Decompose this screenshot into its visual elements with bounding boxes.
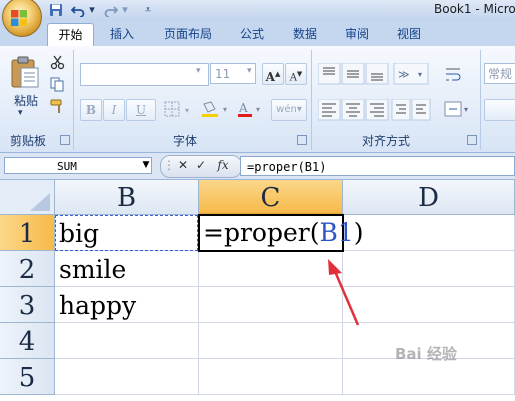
- row-header-3[interactable]: 3: [0, 287, 55, 323]
- font-group-label: 字体: [172, 134, 197, 148]
- formula-reference: B1: [319, 218, 354, 247]
- chevron-down-icon[interactable]: ⩡: [143, 2, 153, 18]
- group-divider: [73, 50, 74, 150]
- vertical-align-icons[interactable]: ≫ ▾: [318, 63, 436, 85]
- alignment-launcher-icon[interactable]: ↘: [467, 135, 477, 145]
- cell-B5[interactable]: [55, 359, 199, 395]
- office-logo-icon: [11, 10, 27, 26]
- formula-input[interactable]: =proper(B1): [240, 156, 515, 176]
- font-color-icon[interactable]: A ▾: [236, 100, 266, 118]
- annotation-arrow-icon: [328, 259, 360, 326]
- tab-page-layout[interactable]: 页面布局: [157, 23, 219, 45]
- name-box-dropdown-icon[interactable]: ▼: [140, 157, 152, 174]
- fill-color-icon[interactable]: ▾: [200, 100, 232, 118]
- group-divider: [480, 50, 481, 150]
- svg-text:≫: ≫: [398, 68, 410, 81]
- enter-icon[interactable]: ✓: [194, 157, 208, 174]
- svg-text:▾: ▾: [223, 105, 227, 114]
- paste-dropdown-icon[interactable]: ▾: [18, 108, 23, 118]
- underline-button[interactable]: U: [126, 99, 156, 121]
- formula-suffix: ): [353, 218, 364, 247]
- grow-font-button[interactable]: A▲: [262, 63, 284, 85]
- redo-icon[interactable]: [104, 3, 118, 17]
- row-header-1[interactable]: 1: [0, 215, 55, 251]
- undo-dropdown-icon[interactable]: ▾: [87, 2, 97, 18]
- tab-home[interactable]: 开始: [47, 23, 94, 46]
- font-name-box[interactable]: [80, 63, 209, 86]
- svg-text:▾: ▾: [418, 70, 422, 79]
- column-header-D[interactable]: D: [343, 180, 515, 215]
- grow-font-label: A: [265, 70, 275, 84]
- italic-button[interactable]: I: [103, 99, 125, 121]
- redo-dropdown-icon[interactable]: ▾: [120, 2, 130, 18]
- cell-C5[interactable]: [199, 359, 343, 395]
- group-divider: [311, 50, 312, 150]
- horizontal-align-icons[interactable]: [318, 99, 436, 121]
- svg-text:▾: ▾: [464, 105, 468, 114]
- svg-text:▾: ▾: [185, 106, 189, 115]
- bold-button[interactable]: B: [80, 99, 102, 121]
- font-name-dropdown-icon[interactable]: ▾: [196, 66, 201, 76]
- cancel-icon[interactable]: ✕: [176, 157, 190, 174]
- merge-center-icon[interactable]: ▾: [443, 99, 471, 119]
- reference-highlight-B1: [55, 215, 198, 251]
- font-size-dropdown-icon[interactable]: ▾: [247, 66, 252, 76]
- cell-D1[interactable]: [343, 215, 515, 251]
- svg-text:A: A: [238, 101, 248, 115]
- wrap-text-icon[interactable]: [443, 65, 463, 85]
- undo-icon[interactable]: [71, 3, 85, 17]
- row-header-5[interactable]: 5: [0, 359, 55, 395]
- column-header-B[interactable]: B: [55, 180, 199, 215]
- shrink-font-label: A: [289, 72, 297, 84]
- row-header-2[interactable]: 2: [0, 251, 55, 287]
- format-painter-icon[interactable]: [50, 99, 65, 114]
- cell-B3[interactable]: happy: [55, 287, 199, 323]
- watermark: Bai 经验: [395, 345, 457, 363]
- alignment-group-label: 对齐方式: [361, 134, 410, 148]
- number-format-box[interactable]: 常规: [484, 63, 515, 84]
- column-header-C[interactable]: C: [199, 180, 343, 215]
- tab-data[interactable]: 数据: [286, 23, 324, 45]
- clipboard-launcher-icon[interactable]: ↘: [60, 135, 70, 145]
- font-launcher-icon[interactable]: ↘: [297, 135, 307, 145]
- paste-button[interactable]: 粘贴: [10, 92, 42, 109]
- paste-icon[interactable]: [10, 55, 40, 89]
- formula-prefix: =proper(: [203, 218, 320, 247]
- cut-icon[interactable]: [50, 55, 65, 70]
- tab-view[interactable]: 视图: [390, 23, 428, 45]
- window-title: Book1 - Micro: [434, 2, 515, 16]
- row-header-4[interactable]: 4: [0, 323, 55, 359]
- copy-icon[interactable]: [50, 77, 65, 92]
- cell-B2[interactable]: smile: [55, 251, 199, 287]
- currency-format-button[interactable]: [484, 99, 515, 121]
- border-icon[interactable]: ▾: [163, 100, 193, 118]
- shrink-font-button[interactable]: A▼: [285, 63, 307, 85]
- cell-B4[interactable]: [55, 323, 199, 359]
- save-icon[interactable]: [49, 3, 63, 17]
- svg-text:▾: ▾: [256, 105, 260, 114]
- cell-C1-editing[interactable]: =proper(B1): [198, 214, 364, 252]
- select-all-triangle-icon: [30, 193, 50, 211]
- grip-icon: ⋮: [163, 158, 175, 172]
- name-box[interactable]: SUM: [4, 157, 152, 174]
- cell-D5[interactable]: [343, 359, 515, 395]
- tab-review[interactable]: 审阅: [338, 23, 376, 45]
- tab-insert[interactable]: 插入: [104, 23, 140, 45]
- insert-function-icon[interactable]: fx: [214, 157, 232, 174]
- phonetic-label: wén: [276, 104, 297, 115]
- tab-formulas[interactable]: 公式: [233, 23, 271, 45]
- clipboard-group-label: 剪贴板: [9, 134, 46, 148]
- phonetic-guide-button[interactable]: wén▾: [271, 99, 307, 121]
